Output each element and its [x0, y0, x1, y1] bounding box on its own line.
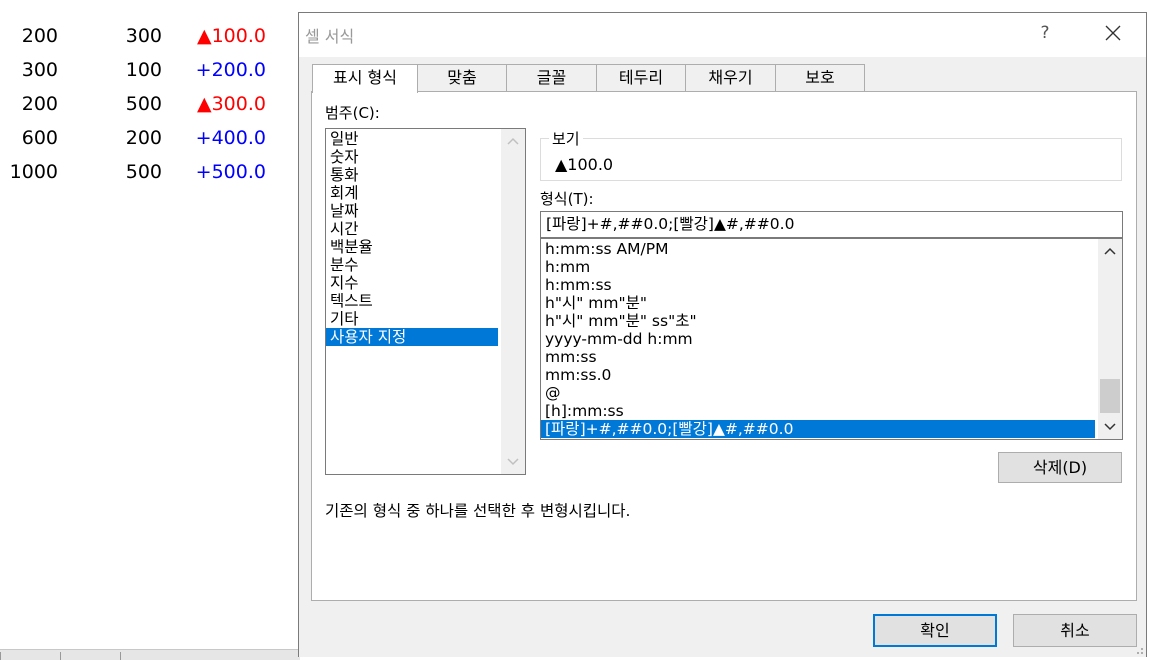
category-item[interactable]: 기타	[326, 310, 498, 328]
preview-value: ▲100.0	[555, 155, 614, 174]
tab-font[interactable]: 글꼴	[506, 64, 597, 91]
sheet-cell[interactable]: 300	[0, 53, 58, 87]
close-button[interactable]	[1099, 19, 1127, 47]
tab-border[interactable]: 테두리	[596, 64, 686, 91]
tab-alignment[interactable]: 맞춤	[417, 64, 507, 91]
tab-protection[interactable]: 보호	[775, 64, 865, 91]
format-item[interactable]: h:mm	[541, 258, 1095, 276]
category-list: 일반 숫자 통화 회계 날짜 시간 백분율 분수 지수 텍스트 기타 사용자 지정	[326, 129, 498, 346]
category-item[interactable]: 텍스트	[326, 292, 498, 310]
format-item[interactable]: h:mm:ss	[541, 276, 1095, 294]
sheet-row: 200 300 ▲100.0	[0, 19, 300, 53]
scroll-up-button[interactable]	[1098, 241, 1122, 261]
format-item[interactable]: mm:ss	[541, 348, 1095, 366]
format-item[interactable]: h"시" mm"분"	[541, 294, 1095, 312]
format-scrollbar[interactable]	[1098, 239, 1122, 439]
sheet-tab-bar	[0, 649, 300, 660]
sheet-cell[interactable]: 200	[0, 19, 58, 53]
format-item[interactable]: [파랑]+#,##0.0;[빨강]▲#,##0.0	[541, 420, 1095, 438]
scroll-up-button[interactable]	[501, 131, 525, 151]
category-item[interactable]: 시간	[326, 220, 498, 238]
format-list: h:mm:ss AM/PM h:mm h:mm:ss h"시" mm"분" h"시" m…	[541, 240, 1095, 438]
sheet-cell[interactable]: 100	[80, 53, 162, 87]
category-item[interactable]: 사용자 지정	[326, 328, 498, 346]
preview-label: 보기	[549, 128, 583, 149]
category-scrollbar[interactable]	[501, 129, 525, 474]
sheet-row: 300 100 +200.0	[0, 53, 300, 87]
scroll-down-button[interactable]	[501, 452, 525, 472]
format-listbox[interactable]: h:mm:ss AM/PM h:mm h:mm:ss h"시" mm"분" h"시" m…	[540, 238, 1123, 440]
sheet-cell[interactable]: 500	[80, 155, 162, 189]
scroll-down-button[interactable]	[1098, 417, 1122, 437]
tab-fill[interactable]: 채우기	[685, 64, 776, 91]
format-item[interactable]: mm:ss.0	[541, 366, 1095, 384]
sheet-cell[interactable]: 300	[80, 19, 162, 53]
format-item[interactable]: h"시" mm"분" ss"초"	[541, 312, 1095, 330]
resize-grip-icon[interactable]	[1132, 643, 1144, 655]
chevron-down-icon	[507, 458, 519, 466]
close-icon	[1105, 25, 1121, 41]
tab-number[interactable]: 표시 형식	[312, 64, 418, 93]
sheet-cell[interactable]: 500	[80, 87, 162, 121]
format-code-input[interactable]: [파랑]+#,##0.0;[빨강]▲#,##0.0	[540, 211, 1123, 238]
scroll-thumb[interactable]	[1100, 379, 1120, 413]
category-item[interactable]: 날짜	[326, 202, 498, 220]
format-item[interactable]: h:mm:ss AM/PM	[541, 240, 1095, 258]
delete-format-button[interactable]: 삭제(D)	[998, 452, 1122, 483]
category-label: 범주(C):	[325, 104, 380, 122]
format-label: 형식(T):	[540, 190, 594, 208]
category-item[interactable]: 일반	[326, 130, 498, 148]
chevron-down-icon	[1104, 423, 1116, 431]
format-cells-dialog: 셀 서식 ? 표시 형식 맞춤 글꼴 테두리 채우기 보호 범주(C): 일반 숫…	[298, 12, 1147, 657]
chevron-up-icon	[1104, 247, 1116, 255]
preview-group: 보기 ▲100.0	[540, 128, 1122, 181]
format-item[interactable]: [h]:mm:ss	[541, 402, 1095, 420]
chevron-up-icon	[507, 137, 519, 145]
sheet-cell-formatted[interactable]: +500.0	[170, 155, 266, 189]
number-tab-panel: 범주(C): 일반 숫자 통화 회계 날짜 시간 백분율 분수 지수 텍스트 기타 사용자 지정 보기…	[311, 91, 1137, 601]
category-item[interactable]: 백분율	[326, 238, 498, 256]
sheet-cell[interactable]: 1000	[0, 155, 58, 189]
sheet-cell-formatted[interactable]: ▲300.0	[170, 87, 266, 121]
sheet-row: 600 200 +400.0	[0, 121, 300, 155]
dialog-titlebar[interactable]: 셀 서식 ?	[299, 13, 1146, 57]
category-item[interactable]: 회계	[326, 184, 498, 202]
sheet-cell[interactable]: 200	[80, 121, 162, 155]
category-item[interactable]: 숫자	[326, 148, 498, 166]
sheet-cell-formatted[interactable]: +200.0	[170, 53, 266, 87]
sheet-cell-formatted[interactable]: ▲100.0	[170, 19, 266, 53]
format-item[interactable]: @	[541, 384, 1095, 402]
category-item[interactable]: 지수	[326, 274, 498, 292]
sheet-row: 1000 500 +500.0	[0, 155, 300, 189]
category-item[interactable]: 분수	[326, 256, 498, 274]
dialog-tabs: 표시 형식 맞춤 글꼴 테두리 채우기 보호	[312, 64, 872, 93]
description-text: 기존의 형식 중 하나를 선택한 후 변형시킵니다.	[325, 502, 631, 520]
sheet-cell[interactable]: 600	[0, 121, 58, 155]
category-item[interactable]: 통화	[326, 166, 498, 184]
sheet-row: 200 500 ▲300.0	[0, 87, 300, 121]
dialog-title: 셀 서식	[305, 27, 355, 46]
cancel-button[interactable]: 취소	[1013, 614, 1137, 647]
ok-button[interactable]: 확인	[873, 614, 997, 647]
help-button[interactable]: ?	[1037, 23, 1053, 43]
dialog-footer: 확인 취소	[299, 603, 1146, 657]
sheet-cell[interactable]: 200	[0, 87, 58, 121]
spreadsheet-grid: 200 300 ▲100.0 300 100 +200.0 200 500 ▲3…	[0, 0, 300, 640]
category-listbox[interactable]: 일반 숫자 통화 회계 날짜 시간 백분율 분수 지수 텍스트 기타 사용자 지정	[325, 128, 526, 475]
sheet-cell-formatted[interactable]: +400.0	[170, 121, 266, 155]
format-item[interactable]: yyyy-mm-dd h:mm	[541, 330, 1095, 348]
